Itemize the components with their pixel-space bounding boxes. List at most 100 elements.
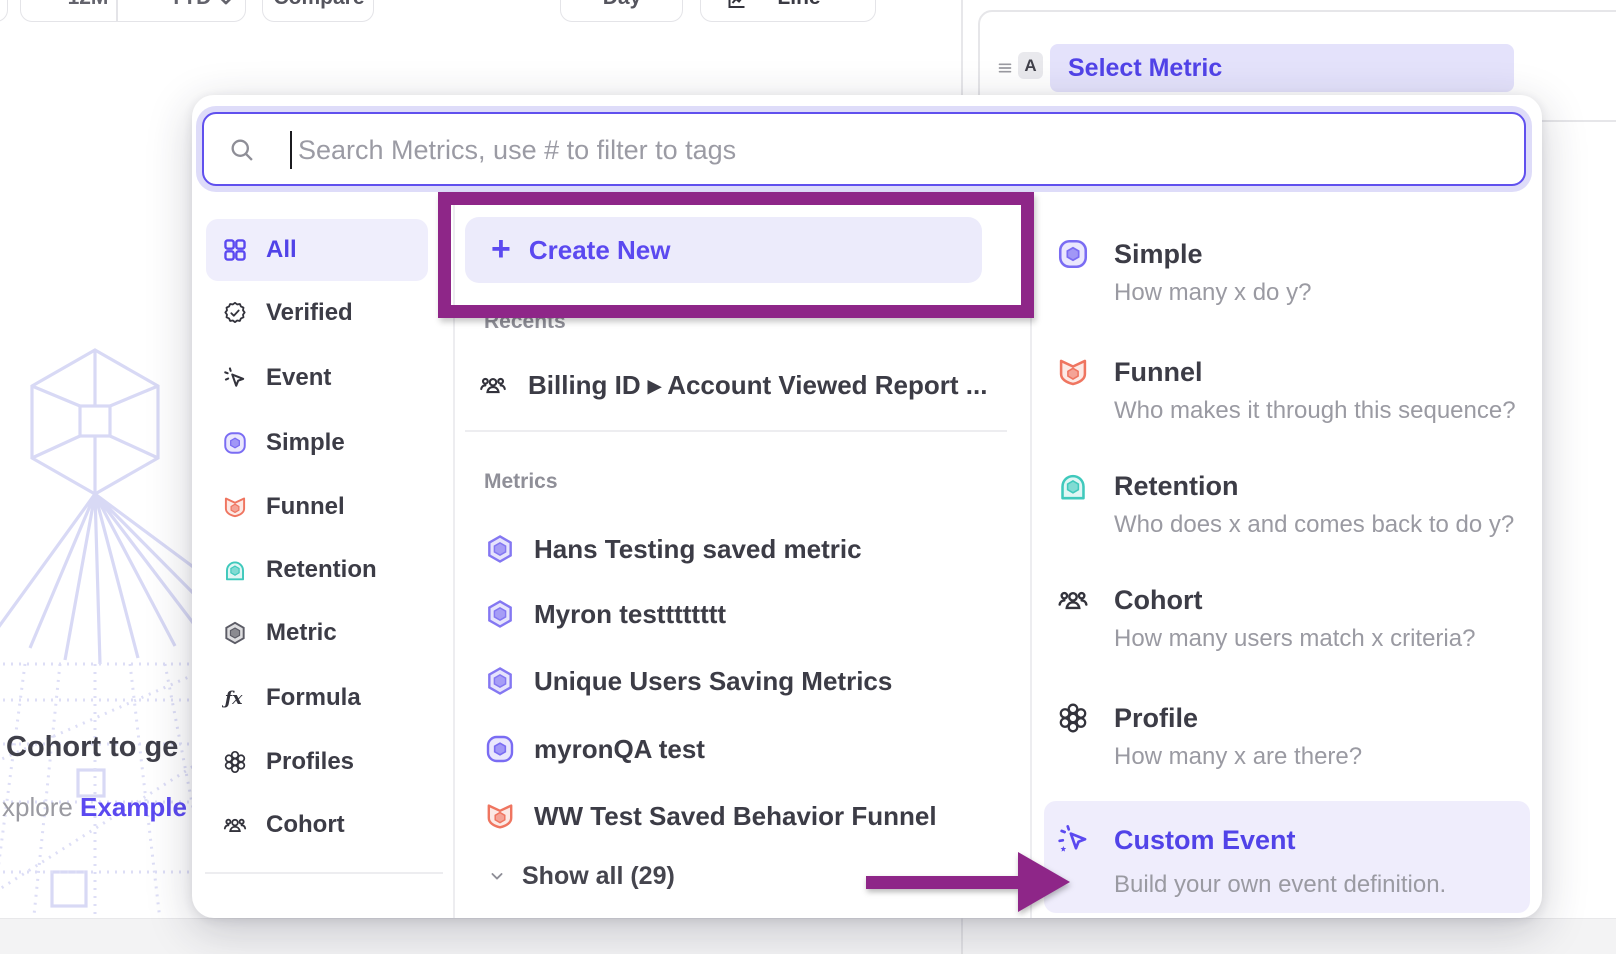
cohort-people-icon: [1056, 583, 1090, 617]
metric-list-item[interactable]: Myron testttttttt: [484, 596, 726, 632]
metric-item-label: myronQA test: [534, 734, 705, 765]
metric-type-title: Simple: [1114, 239, 1203, 270]
show-all-toggle[interactable]: Show all (29): [486, 859, 675, 893]
sidebar-item-event[interactable]: Event: [206, 347, 428, 409]
date-range-segmented-control[interactable]: 12M YTD ⌄: [20, 0, 246, 22]
sidebar-item-label: Metric: [266, 619, 337, 647]
range-ytd-button[interactable]: YTD ⌄: [169, 0, 234, 10]
metric-search-field[interactable]: [202, 112, 1526, 186]
cohort-people-icon: [222, 812, 248, 838]
simple-metric-icon: [484, 733, 516, 765]
sidebar-item-label: Simple: [266, 429, 345, 457]
sidebar-item-label: Retention: [266, 556, 377, 584]
sidebar-item-label: Profiles: [266, 748, 354, 776]
grid-icon: [222, 237, 248, 263]
metric-type-title: Profile: [1114, 703, 1198, 734]
cohort-people-icon: [478, 370, 508, 400]
compare-button[interactable]: Compare: [262, 0, 374, 22]
sidebar-item-simple[interactable]: Simple: [206, 412, 428, 474]
drag-handle-icon[interactable]: [994, 57, 1016, 79]
select-metric-pill[interactable]: Select Metric: [1050, 44, 1514, 92]
explore-text-fragment: xplore: [2, 792, 80, 822]
interval-day-button[interactable]: Day: [560, 0, 683, 22]
metric-list-item[interactable]: Unique Users Saving Metrics: [484, 663, 892, 699]
text-cursor: [290, 131, 292, 169]
hexagon-metric-icon: [222, 620, 248, 646]
profiles-flower-icon: [222, 749, 248, 775]
sidebar-item-verified[interactable]: Verified: [206, 282, 428, 344]
background-heading-fragment: Cohort to ge: [6, 731, 178, 764]
sidebar-item-profiles[interactable]: Profiles: [206, 731, 428, 793]
sidebar-item-partial[interactable]: T: [206, 903, 428, 918]
metric-type-retention[interactable]: Retention Who does x and comes back to d…: [1044, 447, 1530, 547]
sidebar-item-cohort[interactable]: Cohort: [206, 794, 428, 856]
range-12m-button[interactable]: 12M: [68, 0, 109, 10]
metric-item-label: Myron testttttttt: [534, 599, 726, 630]
line-chart-icon: [725, 0, 749, 14]
metric-type-description: Who makes it through this sequence?: [1114, 397, 1516, 425]
metric-type-description: How many users match x criteria?: [1114, 625, 1475, 653]
panel-divider-top: [961, 0, 963, 96]
event-cursor-icon: [222, 365, 248, 391]
recent-item-label: Billing ID ▸ Account Viewed Report ...: [528, 370, 987, 401]
metric-type-simple[interactable]: Simple How many x do y?: [1044, 215, 1530, 315]
compare-button-label: Compare: [273, 0, 364, 10]
sidebar-item-label: Verified: [266, 299, 353, 327]
metric-type-description: Build your own event definition.: [1114, 871, 1446, 899]
metric-type-custom-event[interactable]: Custom Event Build your own event defini…: [1044, 801, 1530, 913]
wireframe-illustration: [0, 332, 200, 954]
metric-type-title: Cohort: [1114, 585, 1202, 616]
metric-list-item[interactable]: Hans Testing saved metric: [484, 531, 862, 567]
metric-type-description: How many x are there?: [1114, 743, 1362, 771]
metric-type-title: Custom Event: [1114, 825, 1296, 856]
middle-section-divider: [465, 430, 1007, 432]
sidebar-item-formula[interactable]: Formula: [206, 667, 428, 729]
show-all-label: Show all (29): [522, 862, 675, 891]
metric-item-label: Hans Testing saved metric: [534, 534, 862, 565]
sidebar-item-label: Funnel: [266, 493, 345, 521]
segment-divider: [116, 0, 118, 21]
metric-type-profile[interactable]: Profile How many x are there?: [1044, 679, 1530, 779]
metric-type-cohort[interactable]: Cohort How many users match x criteria?: [1044, 561, 1530, 661]
sidebar-item-funnel[interactable]: Funnel: [206, 476, 428, 538]
metric-item-label: Unique Users Saving Metrics: [534, 666, 892, 697]
sidebar-item-metric[interactable]: Metric: [206, 602, 428, 664]
funnel-metric-icon: [484, 800, 516, 832]
chevron-down-icon: [486, 865, 508, 887]
funnel-metric-icon: [1056, 355, 1090, 389]
saved-metric-icon: [484, 665, 516, 697]
metric-type-title: Retention: [1114, 471, 1239, 502]
simple-metric-icon: [1056, 237, 1090, 271]
chart-type-line-button[interactable]: Line: [700, 0, 876, 22]
metric-item-label: WW Test Saved Behavior Funnel: [534, 801, 937, 832]
search-input[interactable]: [296, 114, 1500, 186]
funnel-metric-icon: [222, 494, 248, 520]
sidebar-section-divider: [205, 872, 443, 874]
recent-item-billing[interactable]: Billing ID ▸ Account Viewed Report ...: [478, 368, 987, 402]
screen: 12M YTD ⌄ Compare Day Line A Select Metr…: [0, 0, 1616, 954]
example-link[interactable]: Example: [80, 792, 187, 822]
verified-badge-icon: [222, 300, 248, 326]
sidebar-item-retention[interactable]: Retention: [206, 539, 428, 601]
formula-fx-icon: [222, 685, 248, 711]
panel-divider-bottom: [961, 918, 963, 954]
sidebar-item-label: Event: [266, 364, 331, 392]
line-button-label: Line: [777, 0, 820, 10]
metric-series-badge: A: [1018, 52, 1043, 79]
annotation-highlight-rect: [438, 192, 1034, 318]
metric-list-item[interactable]: WW Test Saved Behavior Funnel: [484, 798, 937, 834]
saved-metric-icon: [484, 598, 516, 630]
toolbar-button-edge[interactable]: [0, 0, 8, 22]
sidebar-item-label: Formula: [266, 684, 361, 712]
metric-type-title: Funnel: [1114, 357, 1203, 388]
search-icon: [228, 136, 256, 164]
background-explore-line: xplore Example: [2, 792, 187, 823]
sidebar-item-all[interactable]: All: [206, 219, 428, 281]
select-metric-label: Select Metric: [1068, 44, 1222, 92]
day-button-label: Day: [603, 0, 642, 10]
annotation-arrow: [858, 848, 1073, 916]
metric-type-description: Who does x and comes back to do y?: [1114, 511, 1514, 539]
metric-list-item[interactable]: myronQA test: [484, 731, 705, 767]
metric-type-funnel[interactable]: Funnel Who makes it through this sequenc…: [1044, 333, 1530, 433]
retention-metric-icon: [1056, 469, 1090, 503]
